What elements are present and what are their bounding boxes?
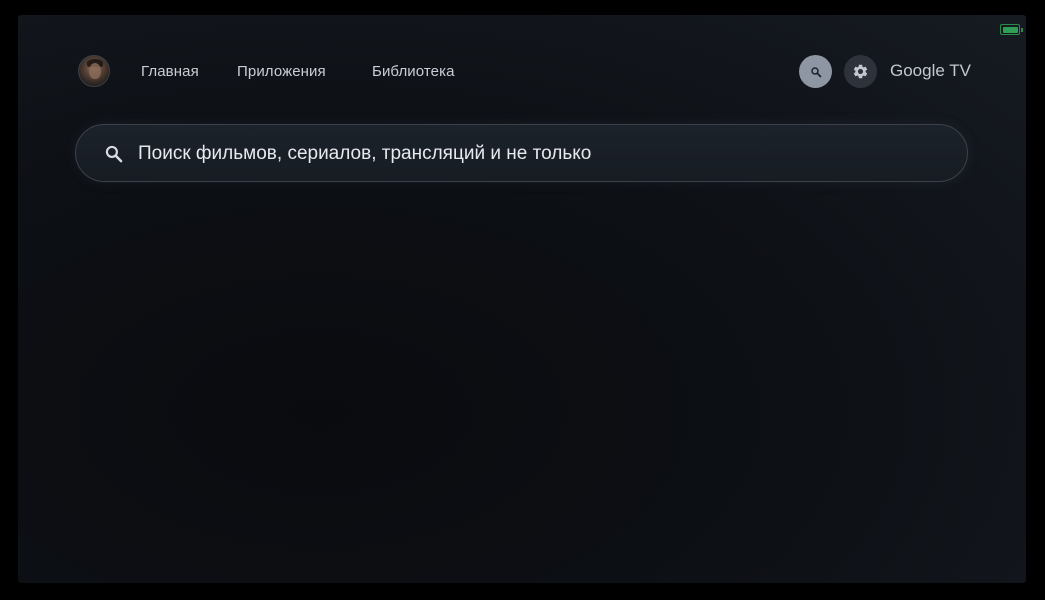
tab-library[interactable]: Библиотека [372,63,455,81]
settings-button[interactable] [844,55,877,88]
battery-level [1002,26,1018,33]
search-prompt: Поиск фильмов, сериалов, трансляций и не… [138,143,592,164]
avatar-face [89,63,101,79]
search-button[interactable] [799,55,832,88]
tv-bezel: Главная Приложения Библиотека Google TV … [0,0,1045,600]
battery-icon [1000,24,1023,35]
tv-screen: Главная Приложения Библиотека Google TV … [18,15,1026,583]
search-icon [105,145,123,163]
profile-avatar[interactable] [78,55,110,87]
gear-icon [853,64,868,79]
tab-home[interactable]: Главная [141,63,199,81]
search-icon [810,66,821,77]
tab-apps[interactable]: Приложения [237,63,326,81]
search-bar[interactable]: Поиск фильмов, сериалов, трансляций и не… [75,124,968,182]
google-tv-logo: Google TV [890,61,971,80]
